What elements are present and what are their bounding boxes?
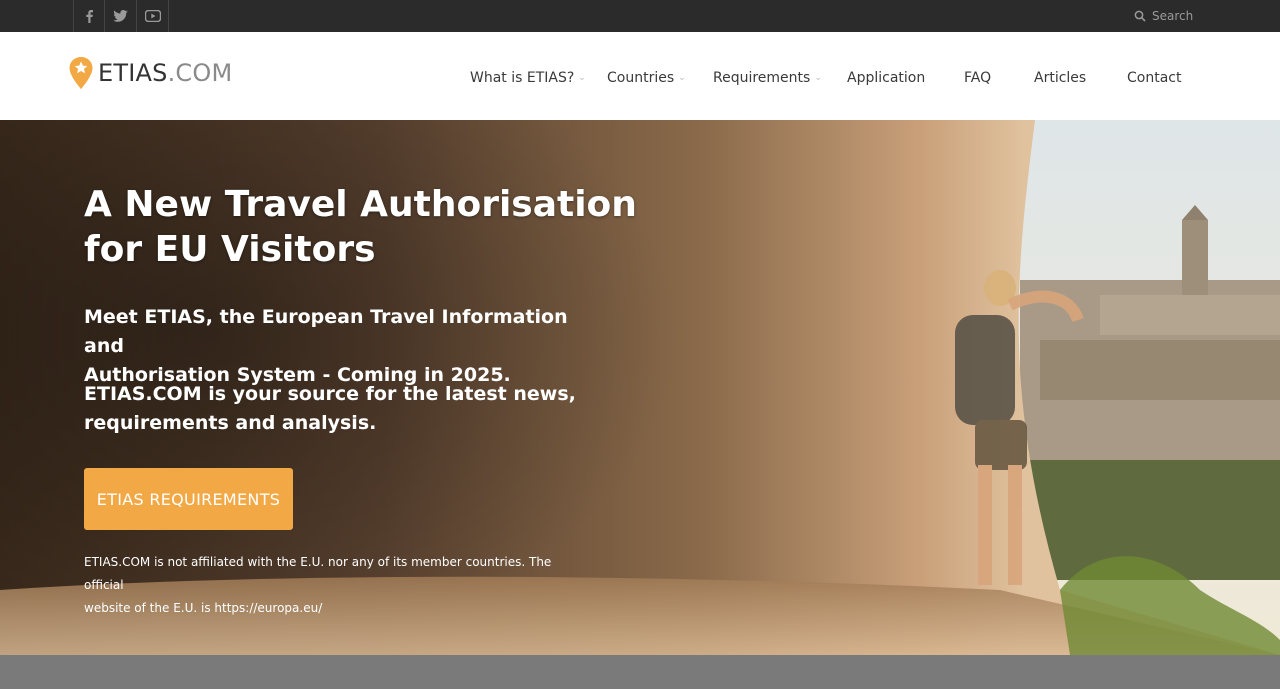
hero-source-line1: ETIAS.COM is your source for the latest … — [84, 383, 576, 405]
disclaimer-line2: website of the E.U. is https://europa.eu… — [84, 601, 323, 615]
twitter-icon — [113, 10, 128, 22]
disclaimer-text: ETIAS.COM is not affiliated with the E.U… — [84, 551, 594, 620]
site-header: ETIAS.COM What is ETIAS? ⌄ Countries ⌄ Req… — [0, 32, 1280, 120]
nav-item-contact[interactable]: Contact — [1127, 70, 1181, 86]
etias-requirements-button[interactable]: ETIAS REQUIREMENTS — [84, 468, 293, 530]
nav-item-application[interactable]: Application — [847, 70, 925, 86]
nav-label: Application — [847, 70, 926, 86]
hero-source-line2: requirements and analysis. — [84, 412, 377, 434]
hero-title-line1: A New Travel Authorisation — [84, 184, 637, 225]
nav-label: FAQ — [964, 70, 992, 86]
logo-main: ETIAS — [98, 59, 168, 87]
hero-section: A New Travel Authorisation for EU Visito… — [0, 120, 1280, 655]
nav-label: Contact — [1127, 70, 1182, 86]
chevron-down-icon: ⌄ — [814, 73, 822, 83]
twitter-link[interactable] — [105, 0, 137, 32]
nav-label: Articles — [1034, 70, 1087, 86]
search-icon — [1134, 10, 1146, 22]
top-bar: Search — [0, 0, 1280, 32]
nav-label: What is ETIAS? — [470, 70, 575, 86]
facebook-link[interactable] — [73, 0, 105, 32]
logo-suffix: .COM — [167, 59, 233, 87]
disclaimer-line1: ETIAS.COM is not affiliated with the E.U… — [84, 555, 552, 592]
search-label: Search — [1152, 9, 1194, 23]
social-links — [73, 0, 169, 32]
nav-item-requirements[interactable]: Requirements ⌄ — [713, 70, 822, 86]
hero-source-text: ETIAS.COM is your source for the latest … — [84, 380, 604, 438]
nav-item-countries[interactable]: Countries ⌄ — [607, 70, 686, 86]
facebook-icon — [86, 10, 93, 23]
youtube-icon — [144, 10, 161, 22]
chevron-down-icon: ⌄ — [578, 73, 586, 83]
hero-title: A New Travel Authorisation for EU Visito… — [84, 182, 644, 272]
section-divider-band — [0, 655, 1280, 689]
logo-text: ETIAS.COM — [98, 59, 232, 87]
nav-item-faq[interactable]: FAQ — [964, 70, 991, 86]
chevron-down-icon: ⌄ — [678, 73, 686, 83]
nav-label: Countries — [607, 70, 675, 86]
nav-item-what-is-etias[interactable]: What is ETIAS? ⌄ — [470, 70, 586, 86]
hero-title-line2: for EU Visitors — [84, 229, 376, 270]
hero-intro: Meet ETIAS, the European Travel Informat… — [84, 303, 604, 390]
location-pin-star-icon — [69, 57, 93, 89]
nav-label: Requirements — [713, 70, 811, 86]
nav-item-articles[interactable]: Articles — [1034, 70, 1086, 86]
youtube-link[interactable] — [137, 0, 169, 32]
hero-intro-line1: Meet ETIAS, the European Travel Informat… — [84, 306, 568, 357]
site-logo[interactable]: ETIAS.COM — [68, 56, 232, 90]
top-search[interactable]: Search — [1134, 0, 1193, 32]
